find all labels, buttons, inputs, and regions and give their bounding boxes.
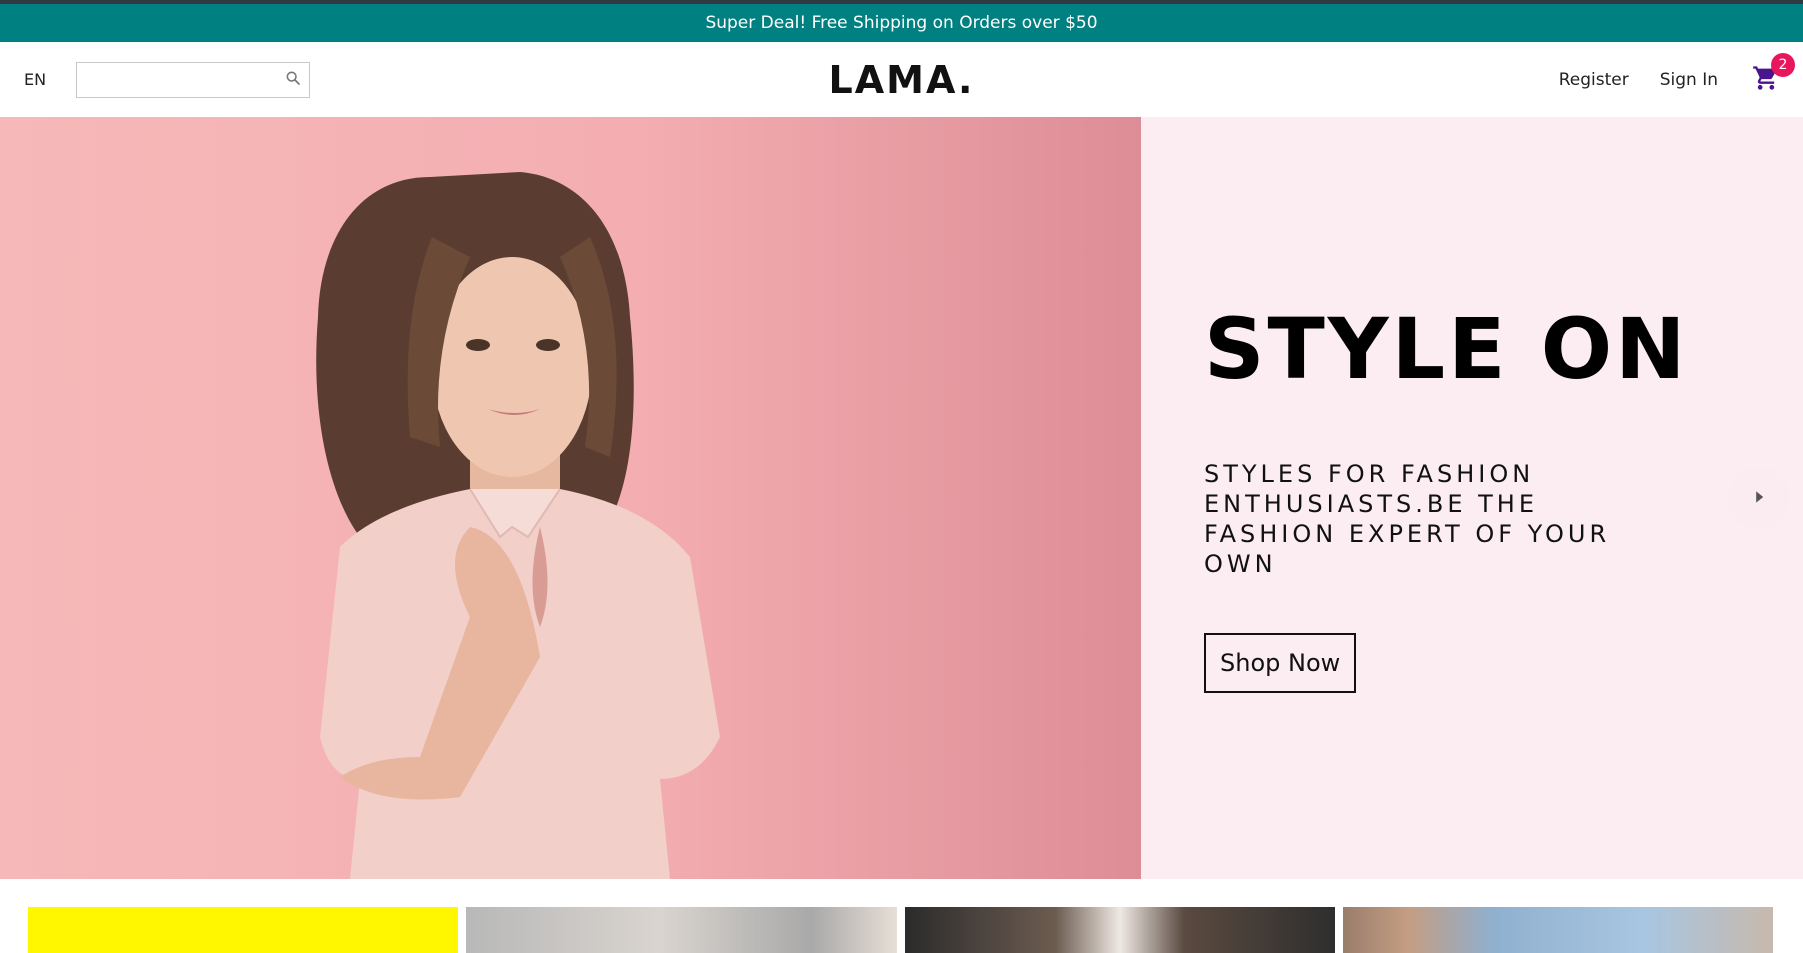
category-card[interactable] [1342, 907, 1773, 953]
brand-logo[interactable]: LAMA. [829, 58, 975, 102]
search-input[interactable] [105, 64, 286, 95]
search-box[interactable] [76, 61, 311, 98]
cart-badge: 2 [1771, 52, 1795, 77]
category-card[interactable] [28, 907, 459, 953]
category-card[interactable] [466, 907, 897, 953]
navbar: EN LAMA. Register Sign In 2 [0, 42, 1803, 117]
model-photo [316, 172, 720, 879]
signin-link[interactable]: Sign In [1660, 70, 1718, 90]
slider-next-button[interactable] [1728, 467, 1790, 529]
register-link[interactable]: Register [1559, 70, 1629, 90]
announcement-bar: Super Deal! Free Shipping on Orders over… [0, 4, 1803, 42]
search-icon[interactable] [285, 70, 301, 90]
category-grid [0, 879, 1803, 953]
category-card[interactable] [904, 907, 1335, 953]
navbar-right: Register Sign In 2 [1528, 52, 1795, 97]
announcement-text: Super Deal! Free Shipping on Orders over… [705, 13, 1098, 33]
hero-description: STYLES FOR FASHION ENTHUSIASTS.BE THE FA… [1204, 460, 1611, 578]
hero-slider: STYLE ON STYLES FOR FASHION ENTHUSIASTS.… [0, 117, 1803, 879]
arrow-right-icon [1752, 489, 1766, 508]
navbar-left: EN [24, 61, 311, 98]
shop-now-button[interactable]: Shop Now [1204, 633, 1357, 693]
hero-title: STYLE ON [1204, 300, 1689, 398]
hero-image [0, 117, 1141, 879]
cart-button[interactable]: 2 [1749, 52, 1795, 97]
hero-info: STYLE ON STYLES FOR FASHION ENTHUSIASTS.… [1141, 117, 1803, 879]
language-selector[interactable]: EN [24, 70, 46, 89]
